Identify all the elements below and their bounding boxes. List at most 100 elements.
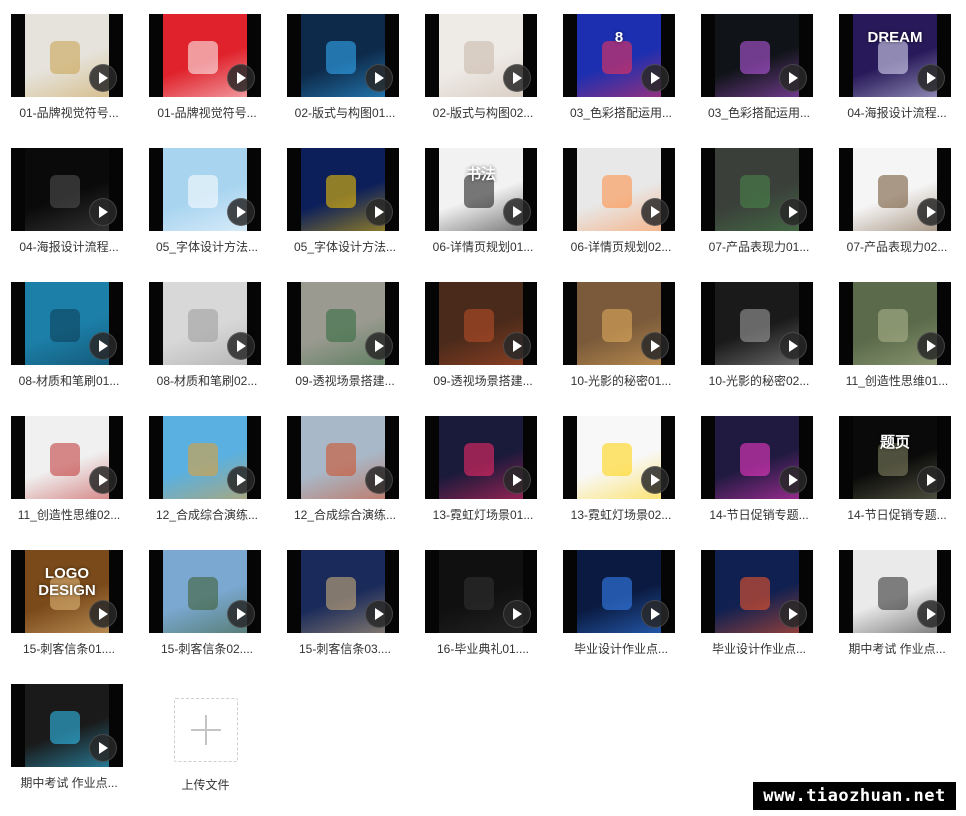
video-thumbnail[interactable]: 书法	[425, 148, 537, 231]
file-item[interactable]: 12_合成综合演练...	[276, 402, 414, 532]
play-icon[interactable]	[365, 198, 393, 226]
file-item[interactable]: 书法 06-详情页规划01...	[414, 134, 552, 264]
file-item[interactable]: 16-毕业典礼01....	[414, 536, 552, 666]
file-name[interactable]: 07-产品表现力01...	[690, 238, 828, 255]
play-icon[interactable]	[89, 600, 117, 628]
video-thumbnail[interactable]	[11, 416, 123, 499]
file-name[interactable]: 04-海报设计流程...	[828, 104, 966, 121]
video-thumbnail[interactable]	[11, 148, 123, 231]
file-item[interactable]: 08-材质和笔刷02...	[138, 268, 276, 398]
play-icon[interactable]	[89, 332, 117, 360]
file-item[interactable]: 8 03_色彩搭配运用...	[552, 0, 690, 130]
video-thumbnail[interactable]	[425, 550, 537, 633]
file-item[interactable]: 03_色彩搭配运用...	[690, 0, 828, 130]
play-icon[interactable]	[503, 64, 531, 92]
file-item[interactable]: 09-透视场景搭建...	[414, 268, 552, 398]
video-thumbnail[interactable]	[149, 148, 261, 231]
play-icon[interactable]	[779, 64, 807, 92]
play-icon[interactable]	[917, 600, 945, 628]
play-icon[interactable]	[779, 466, 807, 494]
file-item[interactable]: 05_字体设计方法...	[276, 134, 414, 264]
play-icon[interactable]	[227, 466, 255, 494]
play-icon[interactable]	[89, 64, 117, 92]
file-name[interactable]: 02-版式与构图02...	[414, 104, 552, 121]
file-name[interactable]: 16-毕业典礼01....	[414, 640, 552, 657]
file-name[interactable]: 09-透视场景搭建...	[276, 372, 414, 389]
play-icon[interactable]	[365, 466, 393, 494]
play-icon[interactable]	[779, 332, 807, 360]
video-thumbnail[interactable]	[287, 148, 399, 231]
file-name[interactable]: 03_色彩搭配运用...	[690, 104, 828, 121]
play-icon[interactable]	[917, 64, 945, 92]
file-name[interactable]: 期中考试 作业点...	[0, 774, 138, 791]
play-icon[interactable]	[641, 466, 669, 494]
file-name[interactable]: 08-材质和笔刷02...	[138, 372, 276, 389]
file-item[interactable]: 15-刺客信条02....	[138, 536, 276, 666]
play-icon[interactable]	[641, 198, 669, 226]
file-item[interactable]: 13-霓虹灯场景01...	[414, 402, 552, 532]
file-item[interactable]: 07-产品表现力01...	[690, 134, 828, 264]
file-item[interactable]: 02-版式与构图01...	[276, 0, 414, 130]
play-icon[interactable]	[917, 332, 945, 360]
play-icon[interactable]	[227, 198, 255, 226]
video-thumbnail[interactable]	[287, 282, 399, 365]
play-icon[interactable]	[227, 600, 255, 628]
video-thumbnail[interactable]	[149, 550, 261, 633]
play-icon[interactable]	[641, 600, 669, 628]
play-icon[interactable]	[503, 198, 531, 226]
video-thumbnail[interactable]	[149, 282, 261, 365]
play-icon[interactable]	[641, 64, 669, 92]
file-item[interactable]: 09-透视场景搭建...	[276, 268, 414, 398]
video-thumbnail[interactable]	[839, 550, 951, 633]
play-icon[interactable]	[227, 64, 255, 92]
play-icon[interactable]	[503, 600, 531, 628]
file-name[interactable]: 15-刺客信条03....	[276, 640, 414, 657]
file-item[interactable]: 期中考试 作业点...	[828, 536, 966, 666]
file-name[interactable]: 04-海报设计流程...	[0, 238, 138, 255]
video-thumbnail[interactable]	[425, 282, 537, 365]
play-icon[interactable]	[89, 734, 117, 762]
video-thumbnail[interactable]	[839, 282, 951, 365]
file-name[interactable]: 11_创造性思维01...	[828, 372, 966, 389]
video-thumbnail[interactable]: 8	[563, 14, 675, 97]
file-name[interactable]: 01-品牌视觉符号...	[138, 104, 276, 121]
play-icon[interactable]	[917, 198, 945, 226]
file-name[interactable]: 15-刺客信条02....	[138, 640, 276, 657]
video-thumbnail[interactable]	[287, 14, 399, 97]
file-item[interactable]: 毕业设计作业点...	[690, 536, 828, 666]
play-icon[interactable]	[779, 198, 807, 226]
play-icon[interactable]	[779, 600, 807, 628]
file-name[interactable]: 期中考试 作业点...	[828, 640, 966, 657]
video-thumbnail[interactable]	[425, 14, 537, 97]
video-thumbnail[interactable]	[701, 416, 813, 499]
video-thumbnail[interactable]	[701, 282, 813, 365]
play-icon[interactable]	[503, 466, 531, 494]
file-name[interactable]: 07-产品表现力02...	[828, 238, 966, 255]
play-icon[interactable]	[89, 466, 117, 494]
play-icon[interactable]	[365, 600, 393, 628]
upload-button[interactable]	[174, 698, 238, 762]
video-thumbnail[interactable]	[563, 416, 675, 499]
file-name[interactable]: 12_合成综合演练...	[138, 506, 276, 523]
video-thumbnail[interactable]	[701, 148, 813, 231]
file-name[interactable]: 12_合成综合演练...	[276, 506, 414, 523]
file-name[interactable]: 13-霓虹灯场景02...	[552, 506, 690, 523]
video-thumbnail[interactable]	[11, 684, 123, 767]
file-name[interactable]: 05_字体设计方法...	[276, 238, 414, 255]
video-thumbnail[interactable]	[11, 14, 123, 97]
play-icon[interactable]	[641, 332, 669, 360]
file-item[interactable]: 11_创造性思维01...	[828, 268, 966, 398]
file-item[interactable]: DREAM 04-海报设计流程...	[828, 0, 966, 130]
file-name[interactable]: 10-光影的秘密01...	[552, 372, 690, 389]
file-name[interactable]: 毕业设计作业点...	[690, 640, 828, 657]
video-thumbnail[interactable]	[701, 550, 813, 633]
video-thumbnail[interactable]	[287, 416, 399, 499]
file-item[interactable]: 08-材质和笔刷01...	[0, 268, 138, 398]
play-icon[interactable]	[365, 64, 393, 92]
play-icon[interactable]	[89, 198, 117, 226]
play-icon[interactable]	[917, 466, 945, 494]
video-thumbnail[interactable]	[287, 550, 399, 633]
video-thumbnail[interactable]	[149, 14, 261, 97]
video-thumbnail[interactable]	[839, 148, 951, 231]
file-item[interactable]: 10-光影的秘密02...	[690, 268, 828, 398]
